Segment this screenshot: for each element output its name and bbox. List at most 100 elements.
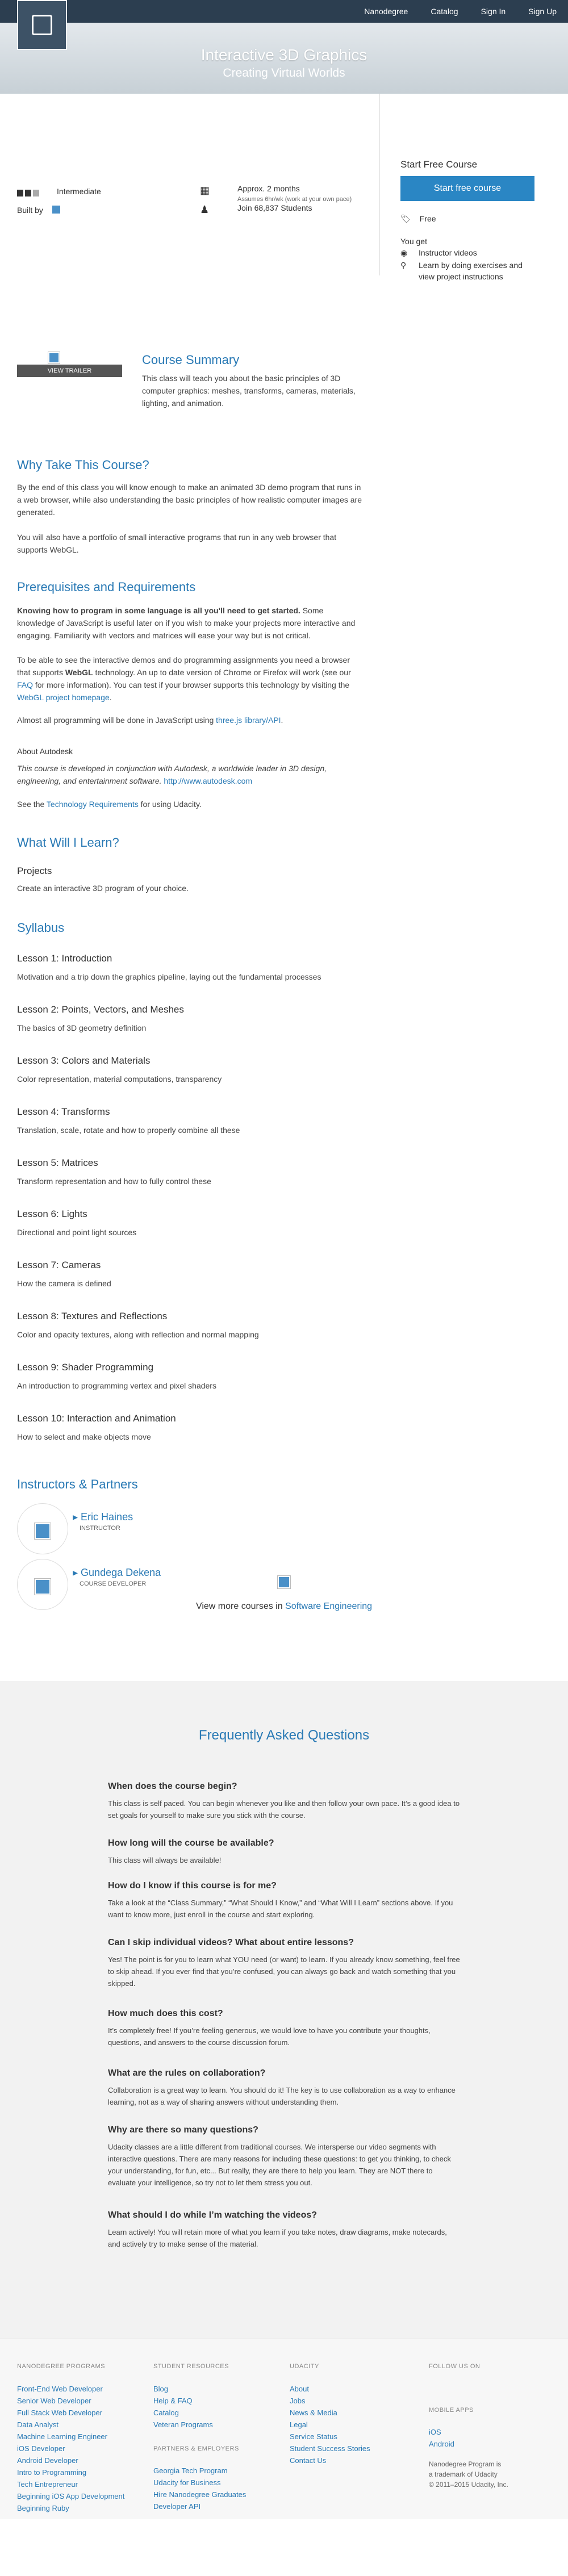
prereq-p2-c: technology. An up to date version of Chr… [93, 668, 351, 677]
autodesk-link[interactable]: http://www.autodesk.com [164, 776, 252, 785]
footer-link[interactable]: Full Stack Web Developer [17, 2407, 142, 2419]
footer-link[interactable]: About [290, 2383, 415, 2395]
nav-nanodegree[interactable]: Nanodegree [364, 6, 408, 18]
autodesk-title: About Autodesk [17, 747, 73, 756]
faq-item: Can I skip individual videos? What about… [108, 1937, 460, 1989]
footer-link[interactable]: iOS Developer [17, 2443, 142, 2454]
category-icon [277, 1575, 291, 1589]
lesson-title: Lesson 2: Points, Vectors, and Meshes [17, 1004, 184, 1015]
footer-col-resources: STUDENT RESOURCES Blog Help & FAQ Catalog V… [153, 2362, 278, 2512]
start-free-course-button[interactable]: Start free course [400, 176, 534, 201]
summary-text: This class will teach you about the basi… [142, 374, 356, 408]
course-title: Interactive 3D Graphics [201, 46, 367, 64]
benefit-label: Instructor videos [419, 248, 477, 257]
pin-icon: ⚲ [400, 261, 407, 270]
expand-icon: ▸ [73, 1511, 81, 1523]
faq-answer: Yes! The point is for you to learn what … [108, 1955, 460, 1988]
prereq-p3-b: . [281, 716, 283, 725]
students-meta: ♟ Join 68,837 Students [200, 202, 365, 215]
why-paragraph-2: You will also have a portfolio of small … [17, 533, 337, 554]
projects-text: Create an interactive 3D program of your… [17, 884, 189, 893]
footer-link[interactable]: Blog [153, 2383, 278, 2395]
tech-req-a: See the [17, 800, 47, 809]
students-icon: ♟ [200, 204, 210, 215]
lesson-description: How to select and make objects move [17, 1432, 151, 1441]
footer-link[interactable]: Student Success Stories [290, 2443, 415, 2454]
lesson-description: The basics of 3D geometry definition [17, 1023, 147, 1032]
footer-link[interactable]: iOS [429, 2426, 554, 2438]
autodesk-text: This course is developed in conjunction … [17, 762, 364, 787]
lesson-description: Directional and point light sources [17, 1228, 137, 1237]
software-engineering-link[interactable]: Software Engineering [285, 1601, 372, 1611]
footer-link[interactable]: Senior Web Developer [17, 2395, 142, 2407]
lesson-description: An introduction to programming vertex an… [17, 1381, 216, 1390]
footer-link[interactable]: Contact Us [290, 2454, 415, 2466]
you-get-label: You get [400, 237, 427, 246]
faq-question: When does the course begin? [108, 1782, 237, 1791]
faq-answer: It’s completely free! If you’re feeling … [108, 2026, 431, 2047]
benefit-label: Learn by doing exercises and view projec… [419, 261, 523, 281]
footer-link[interactable]: Beginning iOS App Development [17, 2490, 142, 2502]
faq-link[interactable]: FAQ [17, 680, 33, 689]
lesson-description: Color and opacity textures, along with r… [17, 1330, 259, 1339]
lesson-description: Motivation and a trip down the graphics … [17, 972, 321, 981]
webgl-homepage-link[interactable]: WebGL project homepage [17, 693, 110, 702]
why-paragraph-1: By the end of this class you will know e… [17, 483, 362, 517]
footer-link[interactable]: Data Analyst [17, 2419, 142, 2431]
nav-links: Nanodegree Catalog Sign In Sign Up [364, 0, 557, 23]
duration-meta: ▦ Approx. 2 months Assumes 6hr/wk (work … [200, 183, 365, 204]
footer-link[interactable]: Front-End Web Developer [17, 2383, 142, 2395]
prereq-p2-webgl: WebGL [65, 668, 93, 677]
tech-requirements-link[interactable]: Technology Requirements [47, 800, 139, 809]
footer-link[interactable]: Udacity for Business [153, 2477, 278, 2489]
logo-mark-icon [32, 15, 52, 35]
footer-col-follow: FOLLOW US ON MOBILE APPS iOS Android Nano… [429, 2362, 554, 2490]
footer-link[interactable]: Legal [290, 2419, 415, 2431]
footer-link[interactable]: Developer API [153, 2500, 278, 2512]
footer-col-udacity: UDACITY About Jobs News & Media Legal Servic… [290, 2362, 415, 2466]
copyright-text: © 2011–2015 Udacity, Inc. [429, 2481, 508, 2489]
nav-sign-in[interactable]: Sign In [481, 6, 506, 18]
top-nav: Nanodegree Catalog Sign In Sign Up [0, 0, 568, 50]
view-trailer-label: VIEW TRAILER [17, 365, 122, 377]
footer-link[interactable]: Machine Learning Engineer [17, 2431, 142, 2443]
trademark-text: Nanodegree Program is a trademark of Uda… [429, 2460, 502, 2478]
footer-link[interactable]: News & Media [290, 2407, 415, 2419]
footer-link[interactable]: Tech Entrepreneur [17, 2478, 142, 2490]
lesson-title: Lesson 10: Interaction and Animation [17, 1413, 176, 1424]
footer-link[interactable]: Beginning Ruby [17, 2502, 142, 2514]
tech-req-b: for using Udacity. [138, 800, 202, 809]
footer-link[interactable]: Georgia Tech Program [153, 2465, 278, 2477]
prereq-paragraph-2: To be able to see the interactive demos … [17, 654, 364, 704]
footer: NANODEGREE PROGRAMS Front-End Web Develo… [0, 2339, 568, 2519]
footer-link[interactable]: Hire Nanodegree Graduates [153, 2489, 278, 2500]
footer-link[interactable]: Catalog [153, 2407, 278, 2419]
instructors-title: Instructors & Partners [17, 1477, 138, 1491]
faq-question: Why are there so many questions? [108, 2125, 258, 2135]
footer-link[interactable]: Android [429, 2438, 554, 2450]
udacity-logo[interactable] [17, 0, 67, 50]
faq-item: How do I know if this course is for me? T… [108, 1880, 460, 1921]
nav-catalog[interactable]: Catalog [431, 6, 458, 18]
instructor-name[interactable]: ▸ Eric Haines [73, 1509, 133, 1525]
threejs-link[interactable]: three.js library/API [216, 716, 281, 725]
faq-title: Frequently Asked Questions [198, 1728, 370, 1743]
nav-sign-up[interactable]: Sign Up [528, 6, 557, 18]
hero-banner: Interactive 3D Graphics Creating Virtual… [0, 23, 568, 94]
video-icon: ◉ [400, 248, 408, 257]
faq-answer: Udacity classes are a little different f… [108, 2143, 451, 2187]
students-count: Join 68,837 Students [237, 203, 312, 212]
view-trailer-button[interactable]: VIEW TRAILER [17, 352, 122, 378]
footer-link[interactable]: Intro to Programming [17, 2466, 142, 2478]
footer-link[interactable]: Veteran Programs [153, 2419, 278, 2431]
footer-link[interactable]: Android Developer [17, 2454, 142, 2466]
prereq-title: Prerequisites and Requirements [17, 580, 196, 594]
footer-link[interactable]: Jobs [290, 2395, 415, 2407]
faq-question: What should I do while I’m watching the … [108, 2210, 318, 2220]
footer-link[interactable]: Service Status [290, 2431, 415, 2443]
footer-link[interactable]: Help & FAQ [153, 2395, 278, 2407]
footer-heading: PARTNERS & EMPLOYERS [153, 2445, 239, 2452]
footer-heading: UDACITY [290, 2363, 319, 2370]
prereq-paragraph-1: Knowing how to program in some language … [17, 604, 364, 642]
faq-answer: Take a look at the “Class Summary,” “Wha… [108, 1898, 453, 1919]
